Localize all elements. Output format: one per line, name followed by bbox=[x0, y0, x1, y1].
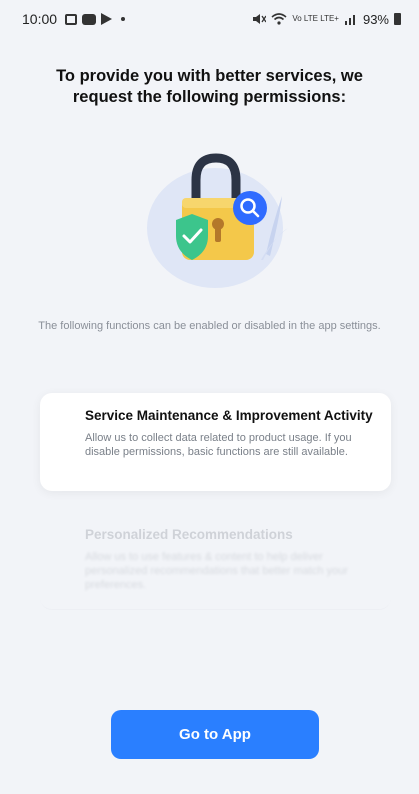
status-bar-left: 10:00 bbox=[22, 11, 126, 27]
mute-icon bbox=[253, 14, 267, 24]
status-time: 10:00 bbox=[22, 11, 58, 27]
network-type-label: Vo LTE LTE+ bbox=[292, 14, 339, 23]
permission-title: Personalized Recommendations bbox=[85, 527, 293, 542]
battery-icon bbox=[394, 13, 401, 25]
play-store-notification-icon bbox=[101, 13, 113, 25]
status-bar-right: Vo LTE LTE+ 93% bbox=[252, 12, 401, 27]
gallery-notification-icon bbox=[65, 13, 78, 25]
permission-description: Allow us to use features & content to he… bbox=[85, 551, 348, 591]
permission-card-service-maintenance[interactable]: Service Maintenance & Improvement Activi… bbox=[40, 393, 391, 491]
more-notifications-icon bbox=[121, 17, 126, 21]
permission-title: Service Maintenance & Improvement Activi… bbox=[85, 408, 373, 423]
youtube-notification-icon bbox=[82, 13, 97, 25]
go-to-app-button[interactable]: Go to App bbox=[111, 710, 319, 759]
settings-notice: The following functions can be enabled o… bbox=[38, 320, 381, 332]
wifi-icon bbox=[271, 13, 287, 25]
permission-description: Allow us to collect data related to prod… bbox=[85, 432, 352, 458]
permission-card-personalized-recommendations[interactable]: Personalized Recommendations Allow us to… bbox=[40, 514, 391, 610]
status-bar: 10:00 Vo LTE LTE+ 93% bbox=[0, 0, 419, 38]
search-icon bbox=[233, 191, 267, 225]
signal-icon bbox=[344, 15, 355, 25]
permissions-illustration bbox=[147, 153, 288, 288]
page-title: To provide you with better services, we … bbox=[56, 67, 363, 106]
battery-percent: 93% bbox=[362, 11, 389, 27]
